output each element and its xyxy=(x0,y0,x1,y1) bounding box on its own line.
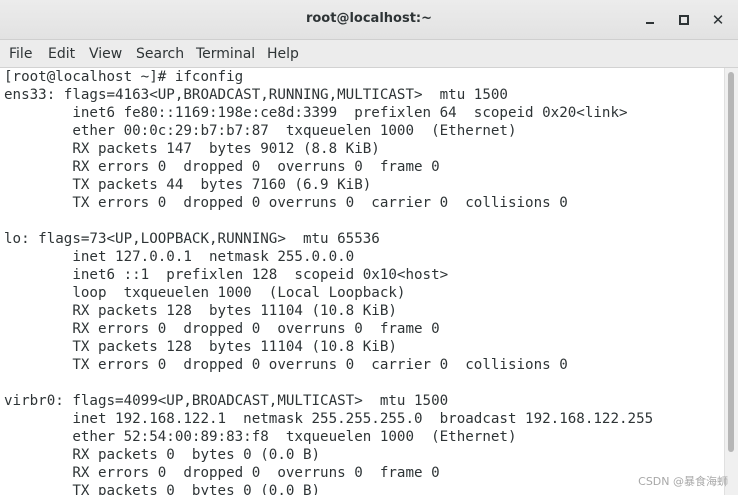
terminal-line: ether 00:0c:29:b7:b7:87 txqueuelen 1000 … xyxy=(4,123,517,139)
terminal-line: inet 192.168.122.1 netmask 255.255.255.0… xyxy=(4,411,654,427)
watermark: CSDN @暴食海蛳 xyxy=(638,475,728,488)
menu-help[interactable]: Help xyxy=(267,46,299,62)
menu-file[interactable]: File xyxy=(9,46,32,62)
terminal-line: RX packets 147 bytes 9012 (8.8 KiB) xyxy=(4,141,380,157)
terminal-line: RX packets 128 bytes 11104 (10.8 KiB) xyxy=(4,303,397,319)
scrollbar-thumb[interactable] xyxy=(728,72,734,452)
minimize-icon xyxy=(646,22,654,24)
terminal-line: inet6 ::1 prefixlen 128 scopeid 0x10<hos… xyxy=(4,267,449,283)
maximize-button[interactable] xyxy=(674,10,694,30)
close-button[interactable]: ✕ xyxy=(708,10,728,30)
vertical-scrollbar[interactable] xyxy=(724,68,738,495)
terminal-line: RX errors 0 dropped 0 overruns 0 frame 0 xyxy=(4,321,440,337)
terminal-window: root@localhost:~ ✕ File Edit View Search… xyxy=(0,0,738,495)
menu-search[interactable]: Search xyxy=(136,46,184,62)
maximize-icon xyxy=(679,15,689,25)
terminal-line: lo: flags=73<UP,LOOPBACK,RUNNING> mtu 65… xyxy=(4,231,380,247)
menu-bar: File Edit View Search Terminal Help xyxy=(0,40,738,68)
close-icon: ✕ xyxy=(711,11,725,29)
terminal-line: inet6 fe80::1169:198e:ce8d:3399 prefixle… xyxy=(4,105,628,121)
menu-terminal[interactable]: Terminal xyxy=(196,46,255,62)
terminal-line: loop txqueuelen 1000 (Local Loopback) xyxy=(4,285,406,301)
terminal-output[interactable]: [root@localhost ~]# ifconfig ens33: flag… xyxy=(0,68,724,495)
terminal-line: TX packets 44 bytes 7160 (6.9 KiB) xyxy=(4,177,372,193)
terminal-line: TX errors 0 dropped 0 overruns 0 carrier… xyxy=(4,195,568,211)
window-title: root@localhost:~ xyxy=(305,11,433,26)
terminal-line: TX packets 0 bytes 0 (0.0 B) xyxy=(4,483,321,495)
terminal-line: RX errors 0 dropped 0 overruns 0 frame 0 xyxy=(4,465,440,481)
terminal-line: RX packets 0 bytes 0 (0.0 B) xyxy=(4,447,321,463)
menu-view[interactable]: View xyxy=(89,46,122,62)
menu-edit[interactable]: Edit xyxy=(48,46,75,62)
terminal-line: ens33: flags=4163<UP,BROADCAST,RUNNING,M… xyxy=(4,87,508,103)
terminal-line-prompt: [root@localhost ~]# ifconfig xyxy=(4,69,244,85)
terminal-line: virbr0: flags=4099<UP,BROADCAST,MULTICAS… xyxy=(4,393,449,409)
terminal-line: TX packets 128 bytes 11104 (10.8 KiB) xyxy=(4,339,397,355)
minimize-button[interactable] xyxy=(640,10,660,30)
terminal-line: RX errors 0 dropped 0 overruns 0 frame 0 xyxy=(4,159,440,175)
terminal-line: inet 127.0.0.1 netmask 255.0.0.0 xyxy=(4,249,355,265)
terminal-line: TX errors 0 dropped 0 overruns 0 carrier… xyxy=(4,357,568,373)
terminal-line: ether 52:54:00:89:83:f8 txqueuelen 1000 … xyxy=(4,429,517,445)
title-bar[interactable]: root@localhost:~ ✕ xyxy=(0,0,738,40)
